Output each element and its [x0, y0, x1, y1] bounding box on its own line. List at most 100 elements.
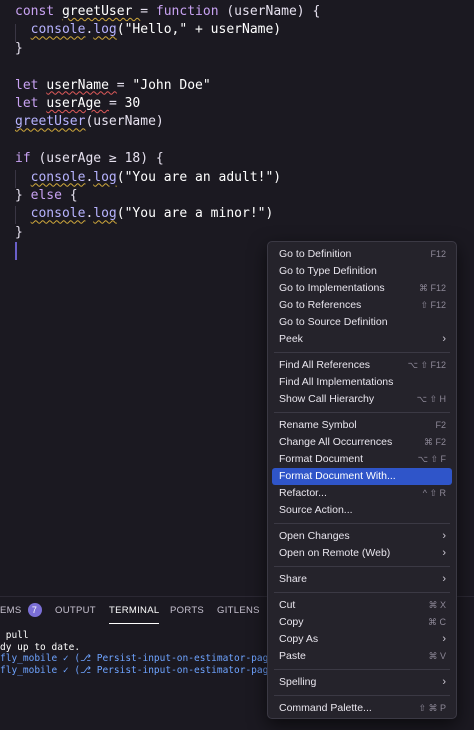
code-token: =: [108, 96, 125, 111]
code-line: console.log("Hello," + userName): [15, 21, 281, 39]
menu-item-shortcut: ⇧ F12: [420, 300, 446, 310]
code-token: log: [93, 169, 117, 185]
code-token: (userName) {: [226, 4, 321, 19]
code-token: console: [30, 206, 86, 222]
menu-item-label: Copy As: [279, 633, 319, 645]
menu-item-go-to-implementations[interactable]: Go to Implementations ⌘ F12: [272, 280, 452, 297]
menu-item-label: Open on Remote (Web): [279, 547, 391, 559]
menu-item-rename-symbol[interactable]: Rename Symbol F2: [272, 417, 452, 434]
code-token: 30: [124, 96, 141, 111]
code-token: userAge: [46, 96, 109, 111]
chevron-right-icon: ›: [442, 530, 446, 542]
tab-output[interactable]: OUTPUT: [55, 597, 96, 625]
code-token: greetUser: [61, 4, 141, 19]
menu-separator: [274, 523, 450, 524]
code-line: const greetUser = function (userName) {: [15, 3, 320, 21]
terminal-line: dy up to date.: [0, 641, 81, 653]
menu-item-format-document[interactable]: Format Document ⌥ ⇧ F: [272, 451, 452, 468]
menu-item-open-on-remote-web[interactable]: Open on Remote (Web) ›: [272, 545, 452, 562]
menu-item-open-changes[interactable]: Open Changes ›: [272, 528, 452, 545]
menu-item-label: Cut: [279, 599, 296, 611]
code-token: =: [140, 4, 156, 19]
code-token: }: [15, 188, 31, 203]
menu-item-share[interactable]: Share ›: [272, 571, 452, 588]
menu-item-find-all-implementations[interactable]: Find All Implementations: [272, 374, 452, 391]
panel-tab-bar: EMS 7 OUTPUT TERMINAL PORTS GITLENS: [0, 597, 270, 625]
code-token: console: [30, 169, 86, 185]
menu-item-source-action[interactable]: Source Action...: [272, 502, 452, 519]
menu-item-shortcut: ⌥ ⇧ H: [416, 394, 446, 404]
menu-separator: [274, 566, 450, 567]
code-token: {: [69, 188, 78, 203]
menu-item-label: Go to Implementations: [279, 282, 385, 294]
menu-item-label: Go to Definition: [279, 248, 352, 260]
code-token: log: [93, 22, 117, 38]
menu-item-peek[interactable]: Peek ›: [272, 331, 452, 348]
menu-item-go-to-references[interactable]: Go to References ⇧ F12: [272, 297, 452, 314]
code-token: else: [30, 188, 70, 203]
menu-item-shortcut: F12: [430, 249, 446, 259]
tab-gitlens[interactable]: GITLENS: [217, 597, 260, 625]
menu-item-copy-as[interactable]: Copy As ›: [272, 631, 452, 648]
code-token: =: [116, 77, 133, 93]
menu-separator: [274, 695, 450, 696]
menu-item-label: Rename Symbol: [279, 419, 357, 431]
menu-item-go-to-source-definition[interactable]: Go to Source Definition: [272, 314, 452, 331]
tab-ports[interactable]: PORTS: [170, 597, 204, 625]
code-token: console: [30, 22, 86, 38]
menu-item-go-to-type-definition[interactable]: Go to Type Definition: [272, 263, 452, 280]
menu-item-change-all-occurrences[interactable]: Change All Occurrences ⌘ F2: [272, 434, 452, 451]
menu-item-refactor[interactable]: Refactor... ^ ⇧ R: [272, 485, 452, 502]
menu-item-label: Peek: [279, 333, 303, 345]
code-line: let userAge = 30: [15, 95, 140, 113]
menu-item-label: Go to References: [279, 299, 362, 311]
menu-item-spelling[interactable]: Spelling ›: [272, 674, 452, 691]
text-cursor: [15, 242, 17, 260]
menu-item-cut[interactable]: Cut ⌘ X: [272, 597, 452, 614]
menu-item-find-all-references[interactable]: Find All References ⌥ ⇧ F12: [272, 357, 452, 374]
code-line: if (userAge ≥ 18) {: [15, 150, 164, 168]
menu-item-label: Format Document: [279, 453, 364, 465]
menu-separator: [274, 592, 450, 593]
code-token: function: [155, 4, 227, 19]
code-token: "John Doe": [132, 77, 211, 93]
code-token: let: [15, 77, 47, 93]
menu-item-label: Go to Source Definition: [279, 316, 388, 328]
menu-item-command-palette[interactable]: Command Palette... ⇧ ⌘ P: [272, 700, 452, 717]
menu-item-label: Show Call Hierarchy: [279, 393, 375, 405]
menu-item-copy[interactable]: Copy ⌘ C: [272, 614, 452, 631]
menu-item-format-document-with[interactable]: Format Document With...: [272, 468, 452, 485]
tab-problems[interactable]: EMS 7: [0, 597, 42, 625]
menu-item-shortcut: ^ ⇧ R: [422, 488, 446, 498]
code-token: log: [93, 206, 117, 222]
menu-item-shortcut: ⌘ F12: [418, 283, 446, 293]
menu-item-label: Share: [279, 573, 308, 585]
menu-item-label: Refactor...: [279, 487, 327, 499]
menu-item-label: Copy: [279, 616, 304, 628]
chevron-right-icon: ›: [442, 573, 446, 585]
code-token: }: [15, 224, 23, 240]
menu-item-shortcut: ⌘ F2: [423, 437, 446, 447]
context-menu: Go to Definition F12 Go to Type Definition…: [267, 241, 457, 719]
code-token: (userAge ≥ 18) {: [38, 151, 164, 167]
code-token: ("You are an adult!"): [116, 169, 282, 185]
menu-item-paste[interactable]: Paste ⌘ V: [272, 648, 452, 665]
menu-item-label: Change All Occurrences: [279, 436, 393, 448]
chevron-right-icon: ›: [442, 676, 446, 688]
menu-item-label: Open Changes: [279, 530, 350, 542]
code-line: }: [15, 224, 23, 242]
menu-item-label: Spelling: [279, 676, 317, 688]
code-line: console.log("You are an adult!"): [15, 169, 281, 187]
menu-item-go-to-definition[interactable]: Go to Definition F12: [272, 246, 452, 263]
menu-item-label: Format Document With...: [279, 470, 396, 482]
menu-item-shortcut: ⌥ ⇧ F: [417, 454, 446, 464]
menu-separator: [274, 412, 450, 413]
menu-item-show-call-hierarchy[interactable]: Show Call Hierarchy ⌥ ⇧ H: [272, 391, 452, 408]
menu-item-label: Find All Implementations: [279, 376, 394, 388]
code-token: let: [15, 96, 47, 111]
code-token: if: [15, 151, 39, 167]
tab-terminal[interactable]: TERMINAL: [109, 597, 160, 624]
code-token: const: [15, 4, 62, 19]
menu-item-label: Command Palette...: [279, 702, 372, 714]
menu-separator: [274, 669, 450, 670]
